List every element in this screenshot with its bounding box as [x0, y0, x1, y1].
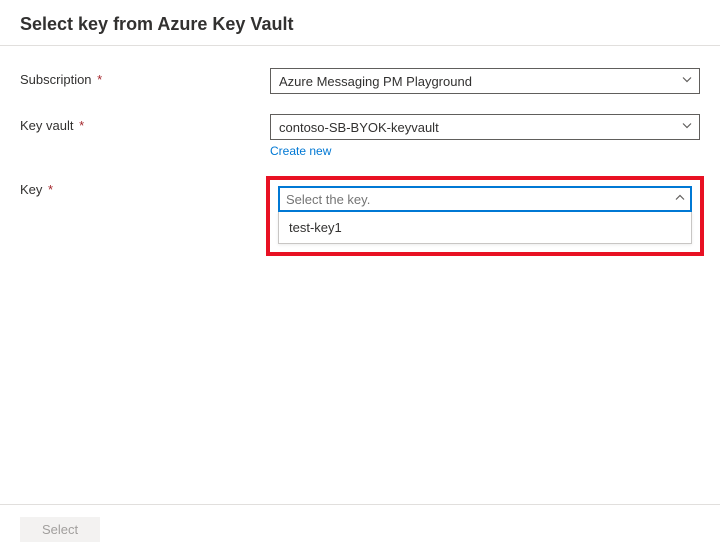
create-new-link[interactable]: Create new [270, 144, 331, 158]
subscription-label: Subscription * [20, 68, 270, 87]
key-select[interactable] [278, 186, 692, 212]
key-option[interactable]: test-key1 [279, 212, 691, 243]
key-row: Key * test-key1 [20, 178, 700, 256]
chevron-down-icon [681, 74, 693, 89]
footer: Select [0, 504, 720, 554]
required-mark: * [48, 182, 53, 197]
subscription-value: Azure Messaging PM Playground [279, 74, 472, 89]
key-dropdown-panel: test-key1 [278, 212, 692, 244]
subscription-label-text: Subscription [20, 72, 92, 87]
keyvault-value: contoso-SB-BYOK-keyvault [279, 120, 439, 135]
keyvault-label-text: Key vault [20, 118, 73, 133]
form-area: Subscription * Azure Messaging PM Playgr… [0, 46, 720, 256]
required-mark: * [97, 72, 102, 87]
subscription-select[interactable]: Azure Messaging PM Playground [270, 68, 700, 94]
page-title: Select key from Azure Key Vault [20, 14, 700, 35]
chevron-down-icon [681, 120, 693, 135]
keyvault-select[interactable]: contoso-SB-BYOK-keyvault [270, 114, 700, 140]
key-label-text: Key [20, 182, 42, 197]
required-mark: * [79, 118, 84, 133]
subscription-row: Subscription * Azure Messaging PM Playgr… [20, 68, 700, 94]
keyvault-label: Key vault * [20, 114, 270, 133]
key-label: Key * [20, 178, 270, 197]
keyvault-row: Key vault * contoso-SB-BYOK-keyvault Cre… [20, 114, 700, 158]
key-input[interactable] [278, 186, 692, 212]
key-highlight-box: test-key1 [266, 176, 704, 256]
select-button[interactable]: Select [20, 517, 100, 542]
